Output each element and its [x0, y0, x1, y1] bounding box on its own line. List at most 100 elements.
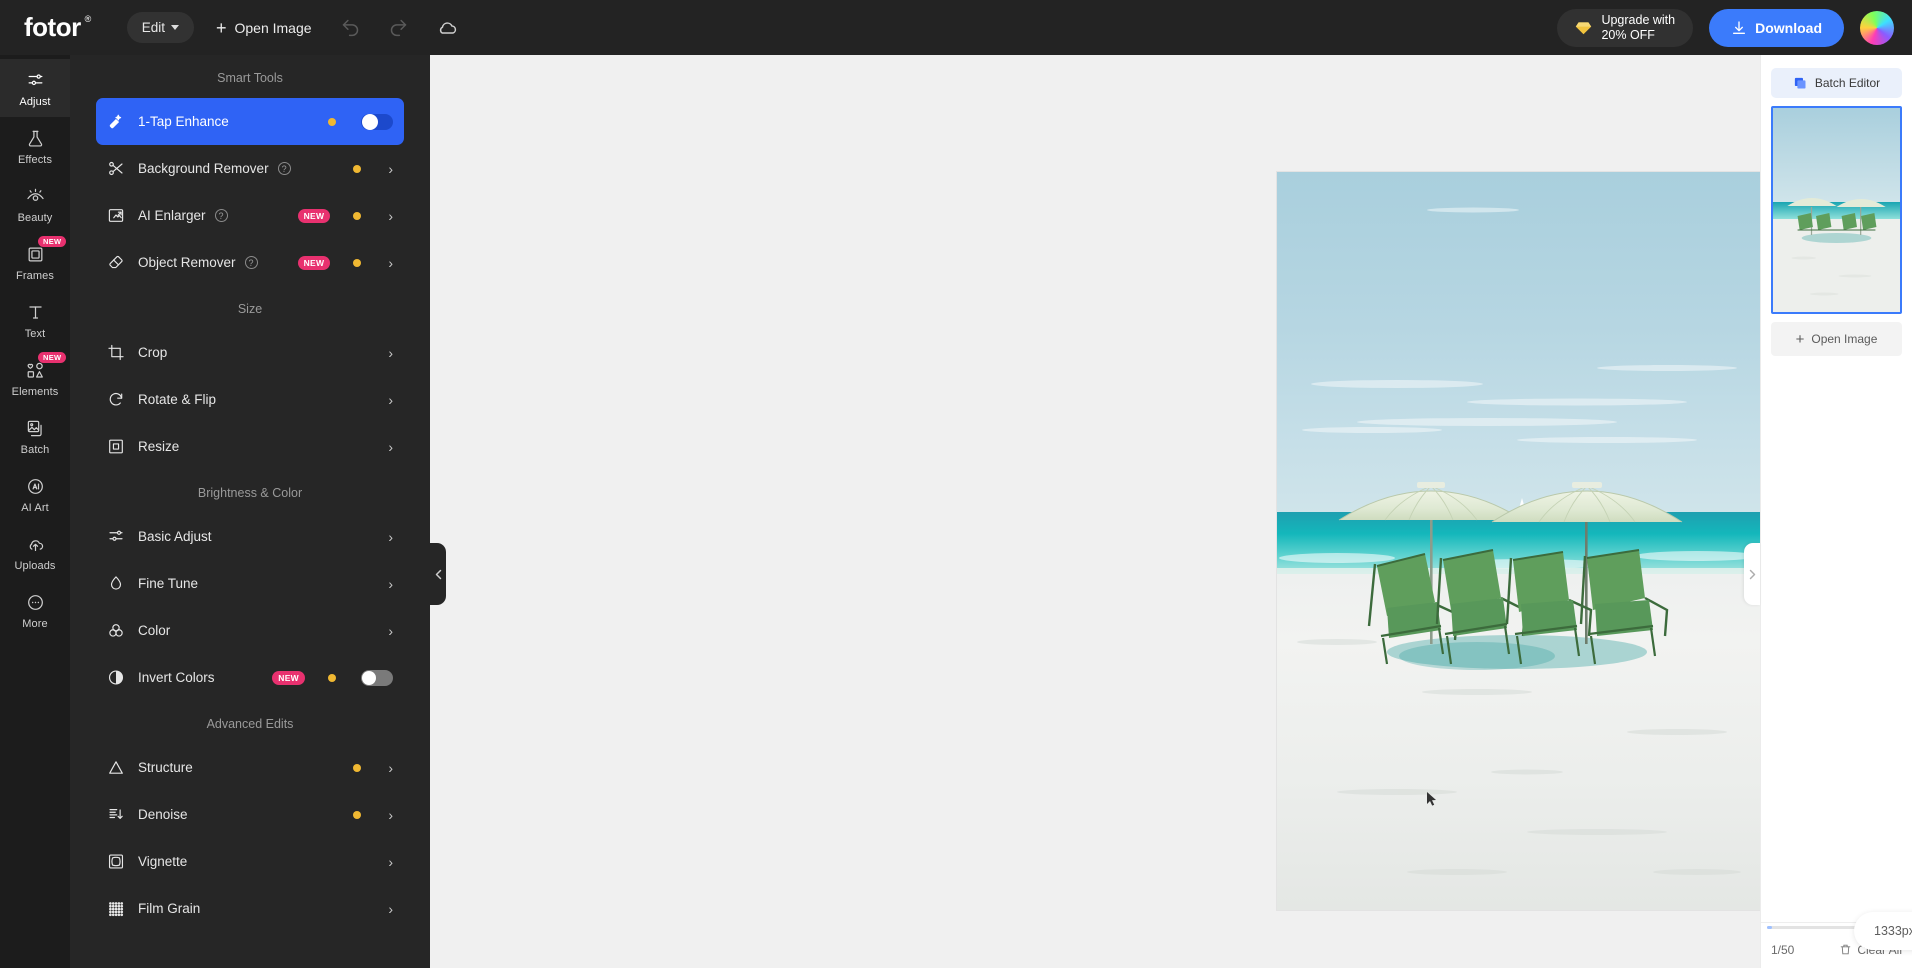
chevron-right-icon[interactable]: › — [388, 346, 393, 360]
sliders-icon — [26, 71, 45, 90]
mouse-cursor — [1427, 792, 1436, 806]
tool-row-background-remover[interactable]: Background Remover? › — [96, 145, 404, 192]
chevron-right-icon[interactable]: › — [388, 162, 393, 176]
tool-toggle[interactable] — [361, 669, 393, 686]
help-icon[interactable]: ? — [214, 209, 228, 222]
redo-icon[interactable] — [388, 17, 410, 39]
plus-icon: + — [1795, 330, 1805, 348]
toggle-knob — [362, 670, 376, 685]
fotor-logo[interactable]: fotor ® — [24, 12, 91, 43]
fotor-app-window: fotor ® Edit + Open Image Upgrade with 2… — [0, 0, 1912, 968]
help-icon[interactable]: ? — [244, 256, 258, 269]
chevron-right-icon[interactable]: › — [388, 902, 393, 916]
chevron-right-icon[interactable]: › — [388, 256, 393, 270]
rail-item-batch[interactable]: Batch — [0, 407, 70, 465]
user-avatar[interactable] — [1860, 10, 1894, 45]
tool-row-rotate-flip[interactable]: Rotate & Flip › — [96, 376, 404, 423]
tool-row-1-tap-enhance[interactable]: 1-Tap Enhance — [96, 98, 404, 145]
left-icon-rail: Adjust Effects Beauty NEW Frames Text NEW Eleme… — [0, 55, 70, 968]
eye-icon — [26, 187, 45, 206]
tool-row-crop[interactable]: Crop › — [96, 329, 404, 376]
sliders-icon — [107, 528, 125, 546]
rail-item-frames[interactable]: NEW Frames — [0, 233, 70, 291]
editor-canvas[interactable]: 1333px × 2000px − 37% + — [430, 55, 1912, 968]
rail-item-label: More — [22, 618, 48, 630]
chevron-right-icon[interactable]: › — [388, 530, 393, 544]
help-icon[interactable]: ? — [277, 162, 291, 175]
rail-item-elements[interactable]: NEW Elements — [0, 349, 70, 407]
chevron-right-icon[interactable]: › — [388, 440, 393, 454]
magic-wand-icon — [107, 113, 125, 131]
chevron-right-icon[interactable]: › — [388, 855, 393, 869]
tool-row-denoise[interactable]: Denoise › — [96, 791, 404, 838]
upgrade-line-2: 20% OFF — [1601, 27, 1655, 42]
chevron-right-icon[interactable]: › — [388, 808, 393, 822]
tool-row-basic-adjust[interactable]: Basic Adjust › — [96, 513, 404, 560]
tool-row-invert-colors[interactable]: Invert Colors NEW — [96, 654, 404, 701]
app-body: Adjust Effects Beauty NEW Frames Text NEW Eleme… — [0, 55, 1912, 968]
zoom-status-bar: 1333px × 2000px − 37% + — [1854, 912, 1912, 950]
vignette-icon — [107, 853, 125, 871]
scissors-icon — [107, 160, 125, 178]
tool-toggle[interactable] — [361, 113, 393, 130]
tool-row-label: Color — [138, 623, 171, 638]
rail-item-label: AI Art — [21, 502, 49, 514]
batch-editor-button[interactable]: Batch Editor — [1771, 68, 1902, 98]
upload-cloud-icon — [26, 535, 45, 554]
toggle-knob — [362, 113, 378, 130]
rail-item-label: Uploads — [14, 560, 56, 572]
tool-row-ai-enlarger[interactable]: AI Enlarger? NEW › — [96, 192, 404, 239]
rail-item-adjust[interactable]: Adjust — [0, 59, 70, 117]
color-rings-icon — [107, 622, 125, 640]
tool-row-label: Resize — [138, 439, 180, 454]
open-image-button[interactable]: + Open Image — [216, 19, 312, 37]
tool-row-label: Denoise — [138, 807, 188, 822]
rail-item-effects[interactable]: Effects — [0, 117, 70, 175]
tool-row-label: Film Grain — [138, 901, 201, 916]
scrollbar-thumb[interactable] — [1767, 925, 1772, 929]
text-t-icon — [26, 303, 45, 322]
triangle-icon — [107, 759, 125, 777]
rail-item-label: Effects — [17, 154, 53, 166]
undo-icon[interactable] — [340, 17, 362, 39]
chevron-right-icon[interactable]: › — [388, 393, 393, 407]
upgrade-line-1: Upgrade with — [1601, 12, 1676, 27]
download-button[interactable]: Download — [1709, 8, 1844, 47]
resize-icon — [107, 438, 125, 456]
grain-icon — [107, 900, 125, 918]
expand-right-panel-handle[interactable] — [1744, 543, 1760, 605]
collapse-tools-panel-handle[interactable] — [430, 543, 446, 605]
shapes-icon — [26, 361, 45, 380]
tool-row-resize[interactable]: Resize › — [96, 423, 404, 470]
chevron-right-icon[interactable]: › — [388, 577, 393, 591]
chevron-right-icon[interactable]: › — [388, 761, 393, 775]
tool-row-label: Vignette — [138, 854, 188, 869]
logo-text: fotor — [24, 12, 81, 42]
tool-row-color[interactable]: Color › — [96, 607, 404, 654]
chevron-right-icon[interactable]: › — [388, 209, 393, 223]
edit-menu-button[interactable]: Edit — [126, 12, 194, 43]
crop-icon — [107, 344, 125, 362]
cloud-save-icon[interactable] — [436, 17, 458, 39]
rail-item-ai-art[interactable]: AI Art — [0, 465, 70, 523]
invert-icon — [107, 669, 125, 687]
ai-circle-icon — [26, 477, 45, 496]
tool-row-structure[interactable]: Structure › — [96, 744, 404, 791]
rail-item-text[interactable]: Text — [0, 291, 70, 349]
tool-row-vignette[interactable]: Vignette › — [96, 838, 404, 885]
rail-item-uploads[interactable]: Uploads — [0, 523, 70, 581]
tool-row-fine-tune[interactable]: Fine Tune › — [96, 560, 404, 607]
batch-thumbnail[interactable] — [1771, 106, 1902, 314]
edit-menu-label: Edit — [141, 20, 165, 35]
pro-dot-icon — [328, 117, 336, 126]
rail-item-beauty[interactable]: Beauty — [0, 175, 70, 233]
chevron-right-icon[interactable]: › — [388, 624, 393, 638]
tool-row-object-remover[interactable]: Object Remover? NEW › — [96, 239, 404, 286]
batch-open-image-button[interactable]: + Open Image — [1771, 322, 1902, 356]
rail-item-more[interactable]: More — [0, 581, 70, 639]
rail-item-label: Adjust — [19, 96, 51, 108]
tool-row-film-grain[interactable]: Film Grain › — [96, 885, 404, 932]
pro-dot-icon — [328, 673, 336, 682]
canvas-image[interactable] — [1277, 172, 1769, 910]
upgrade-button[interactable]: Upgrade with 20% OFF — [1557, 8, 1694, 47]
